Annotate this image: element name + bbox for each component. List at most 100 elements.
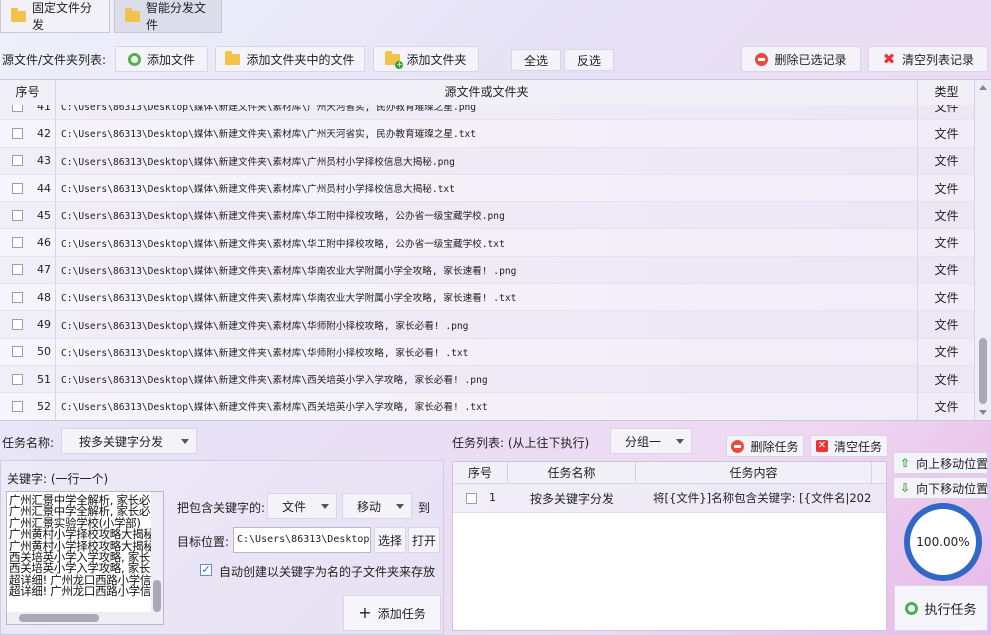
- row-seq-cell: 45: [0, 202, 56, 229]
- clear-list-button[interactable]: ✖ 清空列表记录: [868, 46, 988, 72]
- add-file-button[interactable]: 添加文件: [115, 46, 208, 72]
- folder-add-icon: [385, 50, 404, 69]
- row-type: 文件: [934, 318, 959, 333]
- scroll-thumb[interactable]: [19, 614, 99, 622]
- target-type-select[interactable]: 文件: [267, 493, 337, 519]
- auto-create-label: 自动创建以关键字为名的子文件夹来存放: [219, 565, 436, 579]
- group-select[interactable]: 分组一: [610, 428, 692, 454]
- add-folder-button[interactable]: 添加文件夹: [373, 46, 479, 72]
- table-row[interactable]: 45 C:\Users\86313\Desktop\媒体\新建文件夹\素材库\华工…: [0, 202, 975, 230]
- keywords-horizontal-scrollbar[interactable]: [7, 612, 153, 624]
- header-task-content: 任务内容: [636, 462, 872, 484]
- delete-selected-button[interactable]: 删除已选记录: [741, 46, 861, 72]
- scroll-up-icon[interactable]: [979, 85, 987, 90]
- delete-task-button[interactable]: 删除任务: [726, 435, 804, 457]
- clear-tasks-label: 清空任务: [833, 439, 882, 454]
- table-row[interactable]: 48 C:\Users\86313\Desktop\媒体\新建文件夹\素材库\华南…: [0, 284, 975, 312]
- vertical-scrollbar[interactable]: [974, 80, 991, 420]
- row-checkbox[interactable]: [12, 209, 23, 221]
- folder-icon: [125, 7, 140, 22]
- row-seq-cell: 50: [0, 338, 56, 365]
- row-path: C:\Users\86313\Desktop\媒体\新建文件夹\素材库\华南农业…: [56, 256, 918, 284]
- row-path: C:\Users\86313\Desktop\媒体\新建文件夹\素材库\西关培英…: [56, 393, 918, 420]
- delete-selected-label: 删除已选记录: [774, 52, 847, 67]
- row-checkbox[interactable]: [12, 400, 23, 412]
- table-row[interactable]: 52 C:\Users\86313\Desktop\媒体\新建文件夹\素材库\西关…: [0, 393, 975, 420]
- row-seq-cell: 47: [0, 256, 56, 284]
- row-checkbox[interactable]: [12, 182, 23, 194]
- header-type: 类型: [934, 85, 959, 99]
- row-path: C:\Users\86313\Desktop\媒体\新建文件夹\素材库\华工附中…: [56, 202, 918, 229]
- source-list-label: 源文件/文件夹列表:: [2, 53, 107, 67]
- move-up-button[interactable]: ⇧ 向上移动位置: [893, 452, 988, 474]
- row-type: 文件: [934, 181, 959, 196]
- tab-fixed-distribution[interactable]: 固定文件分发: [0, 0, 110, 33]
- plus-icon: +: [358, 603, 372, 622]
- table-row[interactable]: 42 C:\Users\86313\Desktop\媒体\新建文件夹\素材库\广州…: [0, 120, 975, 148]
- row-checkbox[interactable]: [12, 155, 23, 167]
- table-row[interactable]: 51 C:\Users\86313\Desktop\媒体\新建文件夹\素材库\西关…: [0, 365, 975, 394]
- contains-keyword-label: 把包含关键字的:: [177, 501, 266, 515]
- auto-create-checkbox[interactable]: ✓: [200, 564, 212, 576]
- row-checkbox[interactable]: [12, 319, 23, 331]
- table-row[interactable]: 49 C:\Users\86313\Desktop\媒体\新建文件夹\素材库\华师…: [0, 311, 975, 339]
- move-up-label: 向上移动位置: [916, 456, 989, 471]
- row-seq: 45: [37, 208, 51, 222]
- delete-task-label: 删除任务: [750, 439, 799, 454]
- table-row[interactable]: 47 C:\Users\86313\Desktop\媒体\新建文件夹\素材库\华南…: [0, 256, 975, 285]
- row-path: C:\Users\86313\Desktop\媒体\新建文件夹\素材库\广州天河…: [56, 105, 918, 120]
- scroll-thumb[interactable]: [979, 338, 987, 404]
- table-row[interactable]: 46 C:\Users\86313\Desktop\媒体\新建文件夹\素材库\华工…: [0, 229, 975, 257]
- action-select[interactable]: 移动: [342, 493, 412, 519]
- row-path: C:\Users\86313\Desktop\媒体\新建文件夹\素材库\广州员村…: [56, 147, 918, 174]
- table-row[interactable]: 43 C:\Users\86313\Desktop\媒体\新建文件夹\素材库\广州…: [0, 147, 975, 175]
- row-checkbox[interactable]: [12, 373, 23, 385]
- row-checkbox[interactable]: [12, 105, 23, 112]
- add-files-in-folder-button[interactable]: 添加文件夹中的文件: [215, 46, 365, 72]
- row-checkbox[interactable]: [12, 291, 23, 303]
- table-row[interactable]: 50 C:\Users\86313\Desktop\媒体\新建文件夹\素材库\华师…: [0, 338, 975, 366]
- run-task-button[interactable]: 执行任务: [894, 585, 988, 631]
- target-path-input[interactable]: C:\Users\86313\Desktop\媒: [233, 527, 371, 553]
- open-button[interactable]: 打开: [408, 527, 440, 553]
- scroll-down-icon[interactable]: [979, 410, 987, 415]
- row-checkbox[interactable]: [12, 237, 23, 249]
- row-checkbox[interactable]: [12, 346, 23, 358]
- table-row[interactable]: 44 C:\Users\86313\Desktop\媒体\新建文件夹\素材库\广州…: [0, 174, 975, 203]
- row-seq: 41: [37, 105, 51, 113]
- row-seq: 50: [37, 345, 51, 359]
- row-type: 文件: [934, 236, 959, 251]
- row-path: C:\Users\86313\Desktop\媒体\新建文件夹\素材库\西关培英…: [56, 365, 918, 393]
- arrow-down-icon: ⇩: [900, 481, 911, 495]
- table-row[interactable]: 41 C:\Users\86313\Desktop\媒体\新建文件夹\素材库\广州…: [0, 105, 975, 121]
- select-all-button[interactable]: 全选: [511, 49, 561, 71]
- minus-circle-icon: [731, 439, 745, 453]
- add-file-label: 添加文件: [146, 52, 195, 67]
- row-checkbox[interactable]: [12, 264, 23, 276]
- task-name-select[interactable]: 按多关键字分发: [61, 428, 197, 454]
- minus-circle-icon: [755, 52, 769, 66]
- task-row[interactable]: 1 按多关键字分发 将[{文件}]名称包含关键字: [{文件名|202: [453, 484, 886, 513]
- tab-label: 固定文件分发: [32, 1, 93, 32]
- row-path: C:\Users\86313\Desktop\媒体\新建文件夹\素材库\华南农业…: [56, 284, 918, 311]
- task-row-checkbox[interactable]: [466, 493, 477, 504]
- row-path: C:\Users\86313\Desktop\媒体\新建文件夹\素材库\广州员村…: [56, 174, 918, 202]
- row-checkbox[interactable]: [12, 127, 23, 139]
- clear-tasks-button[interactable]: ✕ 清空任务: [810, 435, 888, 457]
- keywords-textarea[interactable]: 广州汇景中学全解析, 家长必 广州汇景中学全解析, 家长必 广州汇景实验学校(小学部…: [6, 491, 164, 625]
- keywords-vertical-scrollbar[interactable]: [151, 492, 163, 624]
- row-type: 文件: [934, 372, 959, 387]
- tab-label: 智能分发文件: [146, 1, 207, 32]
- add-files-in-folder-label: 添加文件夹中的文件: [246, 52, 355, 67]
- header-seq: 序号: [453, 462, 508, 484]
- move-down-button[interactable]: ⇩ 向下移动位置: [893, 477, 988, 499]
- header-task-name: 任务名称: [508, 462, 636, 484]
- scroll-thumb[interactable]: [153, 580, 161, 612]
- invert-selection-button[interactable]: 反选: [564, 49, 614, 71]
- row-seq: 51: [37, 372, 51, 386]
- browse-button[interactable]: 选择: [374, 527, 406, 553]
- add-task-button[interactable]: + 添加任务: [343, 595, 441, 631]
- tab-smart-distribution[interactable]: 智能分发文件: [114, 0, 222, 33]
- task-table: 序号 任务名称 任务内容 1 按多关键字分发 将[{文件}]名称包含关键字: […: [452, 461, 887, 631]
- row-seq-cell: 44: [0, 174, 56, 202]
